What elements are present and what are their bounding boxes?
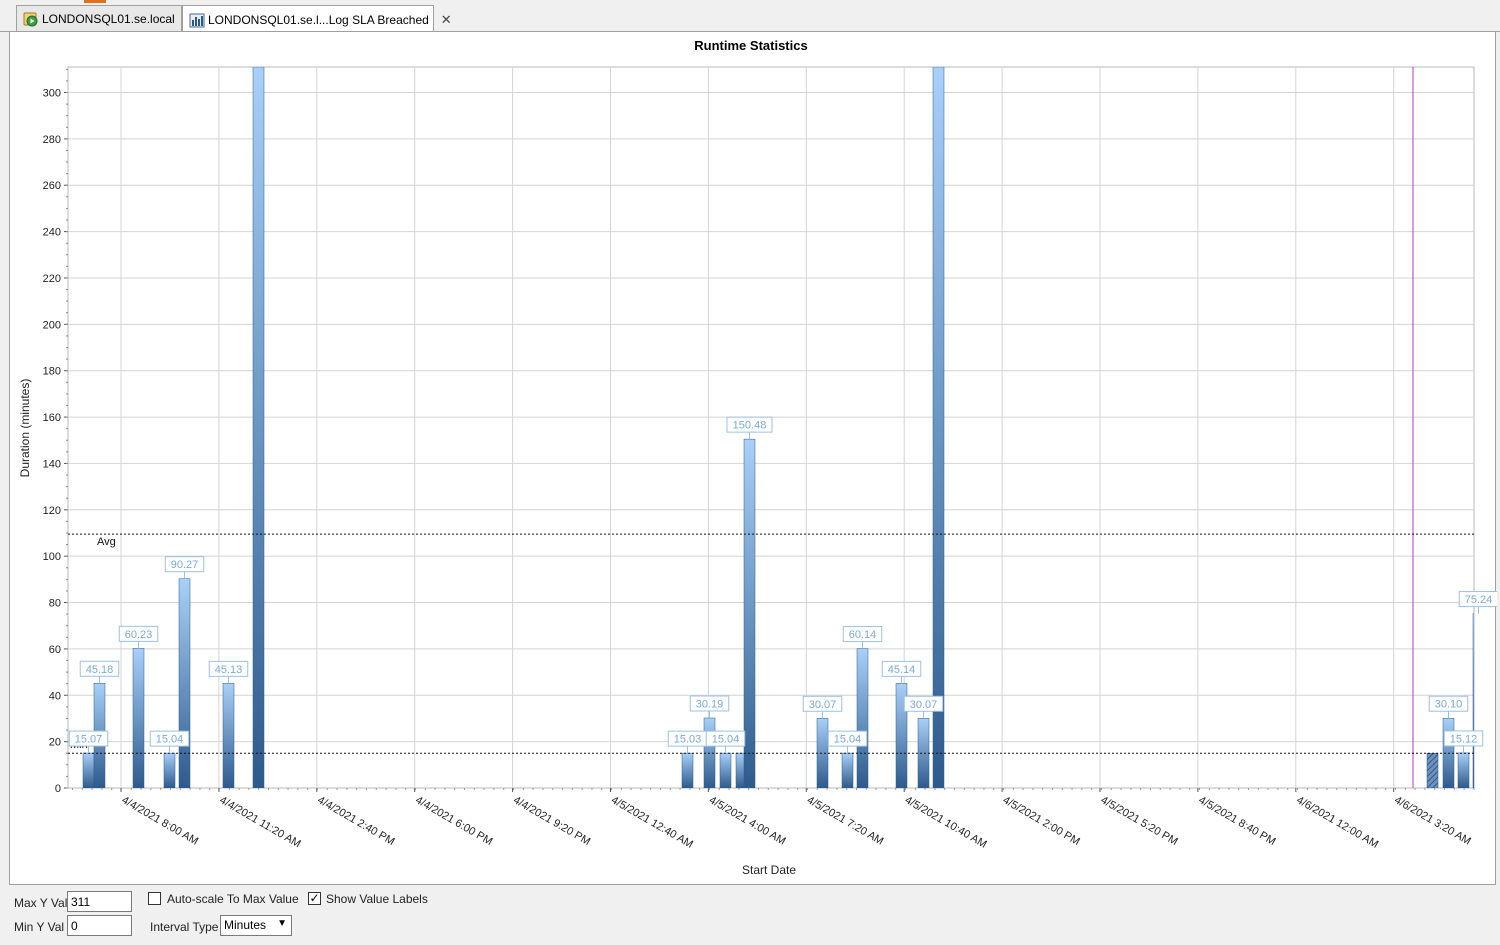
x-tick-label: 4/6/2021 3:20 AM (1392, 794, 1473, 848)
reference-line-label: Avg (97, 536, 116, 548)
x-axis-label: Start Date (742, 863, 796, 877)
bar (681, 752, 694, 788)
bar (222, 683, 235, 788)
runtime-chart: Runtime Statistics Duration (minutes) St… (18, 38, 1497, 877)
value-label: 150.48 (733, 420, 767, 432)
x-tick-label: 4/5/2021 5:20 PM (1099, 794, 1180, 848)
min-y-input[interactable] (67, 915, 132, 936)
reference-lines: AvgMin (68, 533, 1474, 754)
value-label: 15.04 (834, 734, 862, 746)
interval-type-value: Minutes (224, 918, 267, 932)
value-label: 30.10 (1435, 699, 1463, 711)
bar (841, 752, 854, 788)
y-tick-label: 120 (43, 505, 61, 517)
value-label: 30.19 (696, 699, 724, 711)
bar (856, 648, 869, 788)
y-tick-label: 80 (49, 598, 61, 610)
close-icon[interactable]: ✕ (441, 12, 452, 28)
autoscale-checkbox[interactable] (148, 892, 161, 905)
bar (719, 752, 732, 788)
y-tick-label: 180 (43, 366, 61, 378)
value-label: 30.07 (809, 699, 837, 711)
tab-label: LONDONSQL01.se.local (42, 12, 175, 26)
value-label: 45.13 (215, 664, 243, 676)
y-tick-label: 220 (43, 273, 61, 285)
value-label: 90.27 (171, 559, 199, 571)
x-tick-label: 4/4/2021 9:20 PM (511, 794, 592, 848)
value-label: 60.23 (125, 629, 153, 641)
bar (743, 438, 756, 788)
x-tick-label: 4/5/2021 10:40 AM (903, 794, 989, 851)
x-tick-label: 4/5/2021 12:40 AM (609, 794, 695, 851)
y-tick-label: 260 (43, 180, 61, 192)
chart-controls: Max Y Val Min Y Val Auto-scale To Max Va… (0, 886, 1500, 945)
x-tick-label: 4/5/2021 8:40 PM (1196, 794, 1277, 848)
tab-label: LONDONSQL01.se.l...Log SLA Breached (208, 12, 429, 27)
bar (816, 718, 829, 788)
chevron-down-icon: ▼ (277, 918, 287, 929)
chart-icon (189, 13, 205, 27)
toolbar-accent (84, 0, 106, 3)
y-tick-label: 140 (43, 458, 61, 470)
server-play-icon (23, 12, 38, 27)
value-label: 15.04 (712, 734, 740, 746)
show-value-labels-label: Show Value Labels (326, 892, 428, 906)
value-label: 15.07 (75, 734, 103, 746)
bar (1472, 613, 1474, 788)
y-tick-label: 200 (43, 319, 61, 331)
bar (178, 578, 191, 788)
x-tick-label: 4/5/2021 4:00 AM (707, 794, 788, 848)
bar (1426, 752, 1439, 788)
y-tick-label: 40 (49, 690, 61, 702)
value-label: 15.04 (156, 734, 184, 746)
max-y-input[interactable] (67, 891, 132, 912)
value-label: 45.14 (888, 664, 916, 676)
chart-title: Runtime Statistics (694, 38, 807, 53)
value-label: 30.07 (910, 699, 938, 711)
y-tick-label: 160 (43, 412, 61, 424)
bar (252, 67, 265, 788)
bar (163, 752, 176, 788)
y-tick-label: 240 (43, 227, 61, 239)
x-tick-label: 4/5/2021 2:00 PM (1001, 794, 1082, 848)
value-label: 75.24 (1465, 594, 1493, 606)
show-value-labels-checkbox[interactable]: ✓ (308, 892, 321, 905)
x-tick-label: 4/4/2021 8:00 AM (120, 794, 201, 848)
bar (132, 648, 145, 788)
value-label: 15.12 (1450, 733, 1478, 745)
x-tick-label: 4/6/2021 12:00 AM (1294, 794, 1380, 851)
value-label: 15.03 (674, 734, 702, 746)
interval-type-select[interactable]: Minutes ▼ (220, 915, 292, 936)
tab-server[interactable]: LONDONSQL01.se.local ✕ (16, 5, 198, 32)
bar (82, 752, 95, 788)
value-label: 60.14 (849, 629, 877, 641)
tab-strip: LONDONSQL01.se.local ✕ LONDONSQL01.se.l.… (0, 5, 1500, 33)
bar (1457, 752, 1470, 788)
max-y-label: Max Y Val (14, 896, 68, 910)
y-tick-label: 300 (43, 88, 61, 100)
tab-sla-breached[interactable]: LONDONSQL01.se.l...Log SLA Breached ✕ (182, 5, 452, 33)
y-tick-label: 0 (55, 783, 61, 795)
autoscale-label: Auto-scale To Max Value (167, 892, 299, 906)
bar (917, 718, 930, 788)
min-y-label: Min Y Val (14, 920, 65, 934)
y-axis-label: Duration (minutes) (18, 379, 32, 478)
bar (932, 67, 945, 788)
x-tick-label: 4/5/2021 7:20 AM (805, 794, 886, 848)
y-tick-label: 280 (43, 134, 61, 146)
value-label: 45.18 (86, 664, 114, 676)
y-tick-label: 20 (49, 737, 61, 749)
bars (82, 67, 1474, 788)
chart-panel: Runtime Statistics Duration (minutes) St… (9, 31, 1497, 885)
value-labels: 15.07 45.18 60.23 15.04 90.27 45.13 15.03 30.19… (68, 416, 1497, 754)
x-tick-label: 4/4/2021 6:00 PM (413, 794, 494, 848)
interval-type-label: Interval Type (150, 920, 219, 934)
y-tick-label: 60 (49, 644, 61, 656)
x-tick-label: 4/4/2021 11:20 AM (217, 794, 302, 850)
y-tick-label: 100 (43, 551, 61, 563)
x-tick-label: 4/4/2021 2:40 PM (315, 794, 396, 848)
